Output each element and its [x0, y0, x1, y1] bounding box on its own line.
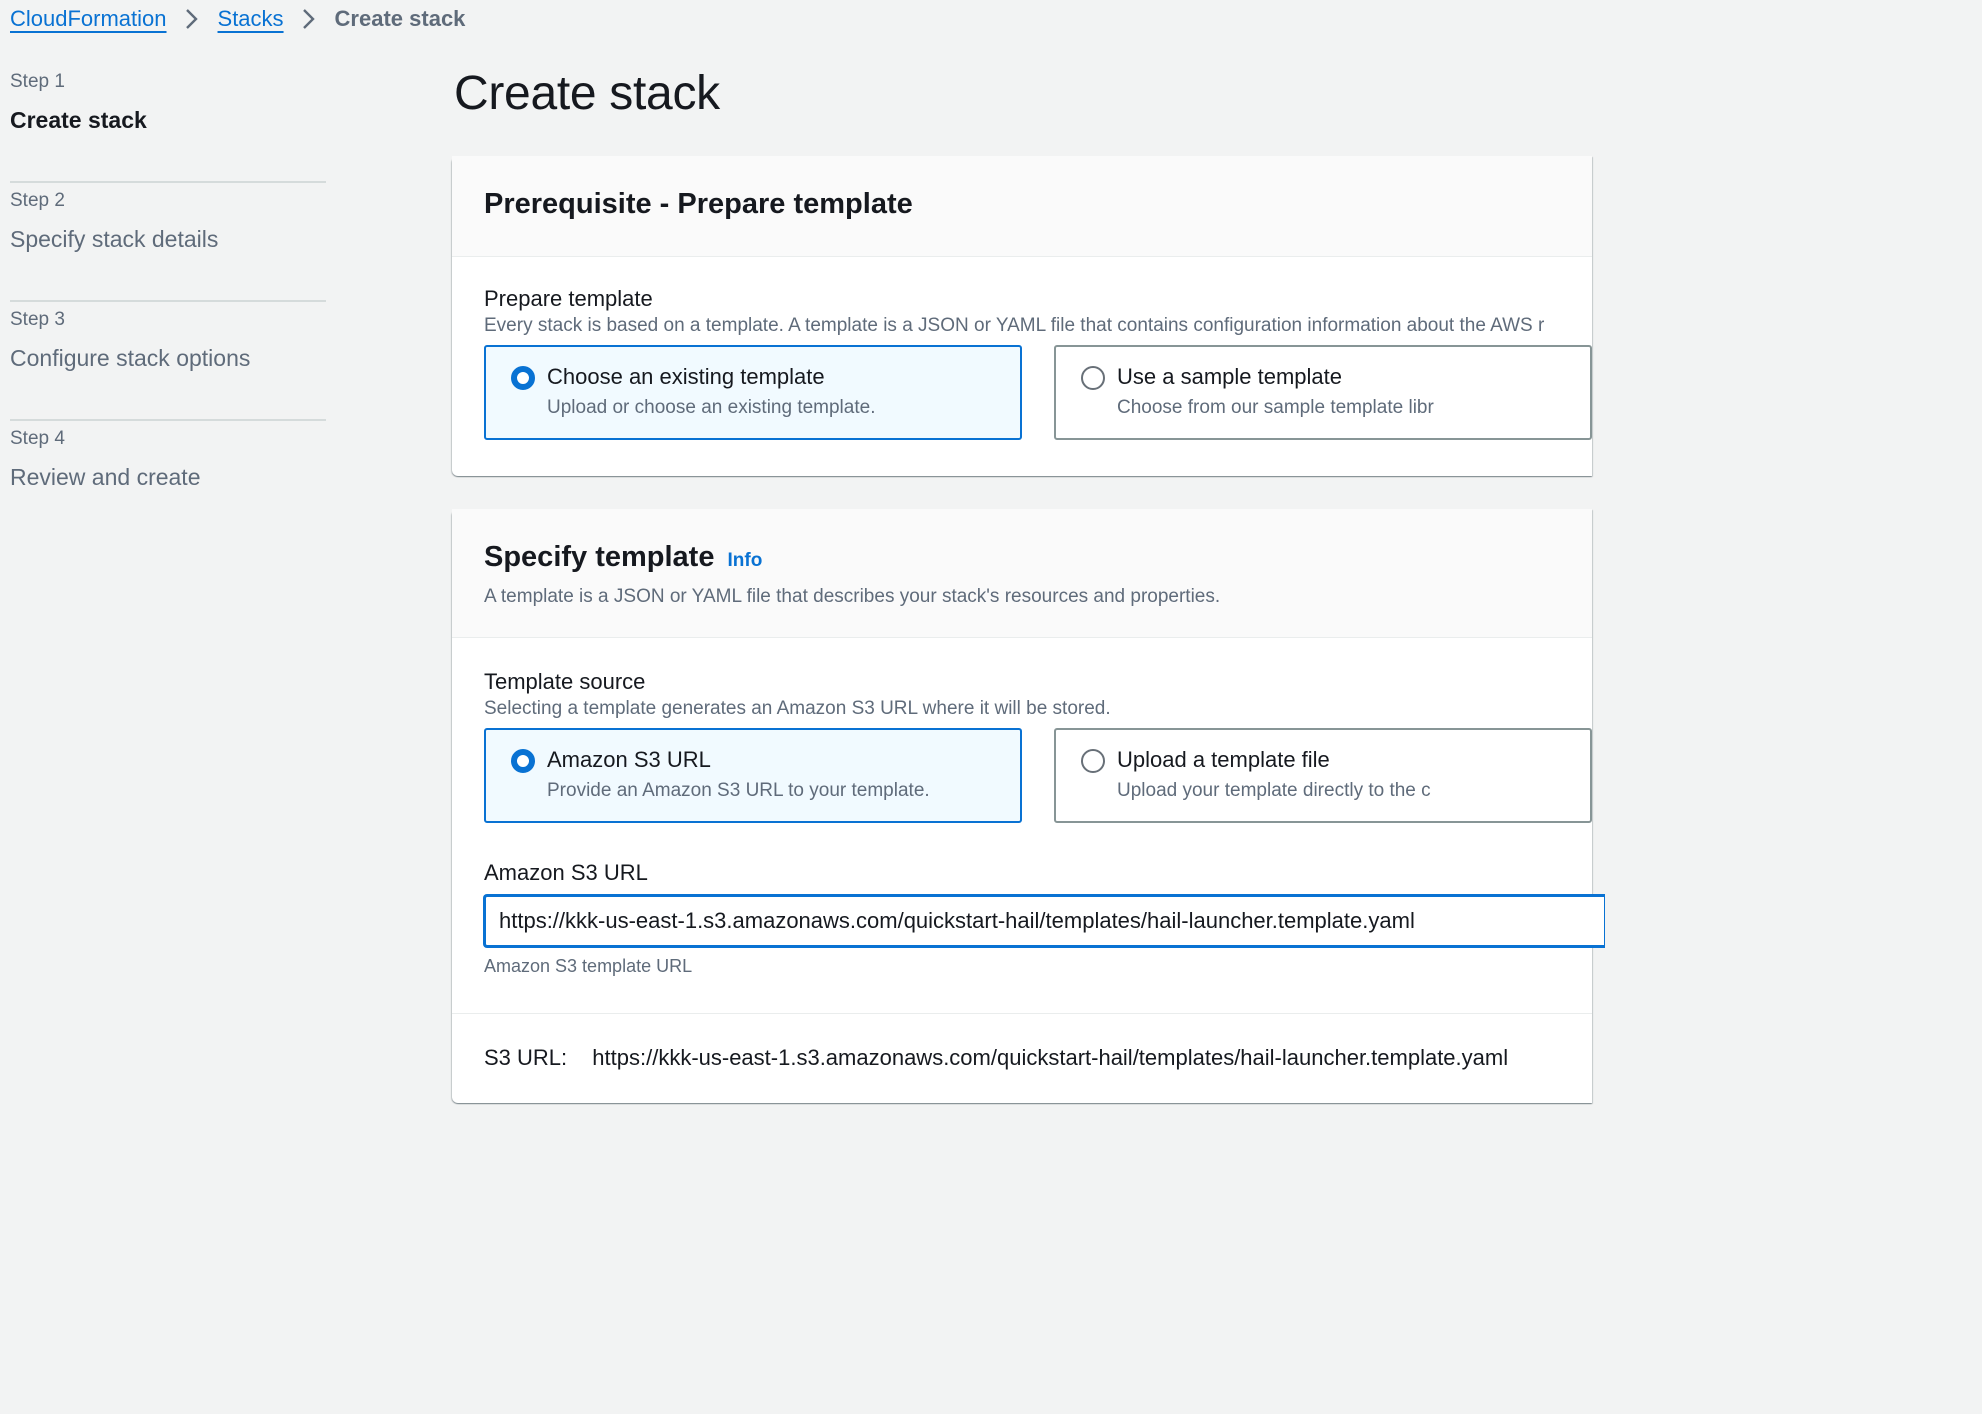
- step-review-and-create: Step 4 Review and create: [10, 421, 326, 540]
- form-description: Every stack is based on a template. A te…: [484, 315, 1545, 336]
- tile-choose-existing-template[interactable]: Choose an existing template Upload or ch…: [484, 345, 1022, 440]
- s3-url-label: S3 URL:: [484, 1045, 568, 1070]
- section-heading: Specify template: [484, 541, 715, 573]
- step-title: Review and create: [10, 464, 201, 490]
- radio-button[interactable]: [1081, 366, 1105, 390]
- tile-description: Upload or choose an existing template.: [547, 397, 876, 418]
- step-title: Specify stack details: [10, 226, 219, 252]
- s3-url-footer: S3 URL: https://kkk-us-east-1.s3.amazona…: [452, 1013, 1592, 1103]
- tile-title: Amazon S3 URL: [547, 747, 711, 772]
- s3-url-value: https://kkk-us-east-1.s3.amazonaws.com/q…: [592, 1045, 1509, 1070]
- wizard-steps: Step 1 Create stack Step 2 Specify stack…: [10, 64, 326, 540]
- step-specify-stack-details: Step 2 Specify stack details: [10, 183, 326, 302]
- step-number: Step 1: [10, 71, 65, 92]
- chevron-right-icon: [284, 8, 335, 30]
- specify-template-container: Specify template Info A template is a JS…: [452, 509, 1604, 1103]
- breadcrumb-cloudformation-link[interactable]: CloudFormation: [10, 6, 167, 32]
- tile-title: Upload a template file: [1117, 747, 1330, 772]
- step-title: Create stack: [10, 107, 147, 133]
- step-create-stack: Step 1 Create stack: [10, 64, 326, 183]
- constraint-text: Amazon S3 template URL: [484, 956, 693, 976]
- tile-amazon-s3-url[interactable]: Amazon S3 URL Provide an Amazon S3 URL t…: [484, 728, 1022, 823]
- radio-tile-group: Amazon S3 URL Provide an Amazon S3 URL t…: [484, 728, 1592, 823]
- tile-title: Choose an existing template: [547, 364, 825, 389]
- tile-description: Choose from our sample template libr: [1117, 397, 1434, 418]
- radio-tile-group: Choose an existing template Upload or ch…: [484, 345, 1592, 440]
- form-label: Prepare template: [484, 286, 653, 311]
- radio-button-selected[interactable]: [511, 749, 535, 773]
- container-header: Specify template Info A template is a JS…: [452, 509, 1592, 638]
- breadcrumb-stacks-link[interactable]: Stacks: [218, 6, 284, 32]
- step-number: Step 4: [10, 428, 65, 449]
- step-configure-stack-options: Step 3 Configure stack options: [10, 302, 326, 421]
- info-link[interactable]: Info: [727, 550, 762, 572]
- tile-title: Use a sample template: [1117, 364, 1342, 389]
- step-title: Configure stack options: [10, 345, 251, 371]
- page-title: Create stack: [454, 67, 720, 120]
- breadcrumb-current: Create stack: [334, 6, 466, 31]
- container-header: Prerequisite - Prepare template: [452, 156, 1592, 257]
- header-description: A template is a JSON or YAML file that d…: [484, 586, 1221, 607]
- chevron-right-icon: [167, 8, 218, 30]
- container-body: Prepare template Every stack is based on…: [452, 257, 1592, 440]
- prerequisite-container: Prerequisite - Prepare template Prepare …: [452, 156, 1592, 476]
- step-number: Step 2: [10, 190, 65, 211]
- form-label: Template source: [484, 669, 646, 694]
- tile-description: Upload your template directly to the c: [1117, 780, 1431, 801]
- form-description: Selecting a template generates an Amazon…: [484, 698, 1111, 719]
- tile-use-sample-template[interactable]: Use a sample template Choose from our sa…: [1054, 345, 1592, 440]
- step-number: Step 3: [10, 309, 65, 330]
- s3-url-input[interactable]: [484, 895, 1604, 947]
- container-body: Template source Selecting a template gen…: [452, 638, 1604, 978]
- radio-button-selected[interactable]: [511, 366, 535, 390]
- heading-row: Specify template Info: [484, 539, 1592, 575]
- tile-upload-template-file[interactable]: Upload a template file Upload your templ…: [1054, 728, 1592, 823]
- section-heading: Prerequisite - Prepare template: [484, 188, 913, 220]
- tile-description: Provide an Amazon S3 URL to your templat…: [547, 780, 930, 801]
- radio-button[interactable]: [1081, 749, 1105, 773]
- breadcrumb: CloudFormation Stacks Create stack: [10, 2, 465, 36]
- form-label: Amazon S3 URL: [484, 860, 648, 885]
